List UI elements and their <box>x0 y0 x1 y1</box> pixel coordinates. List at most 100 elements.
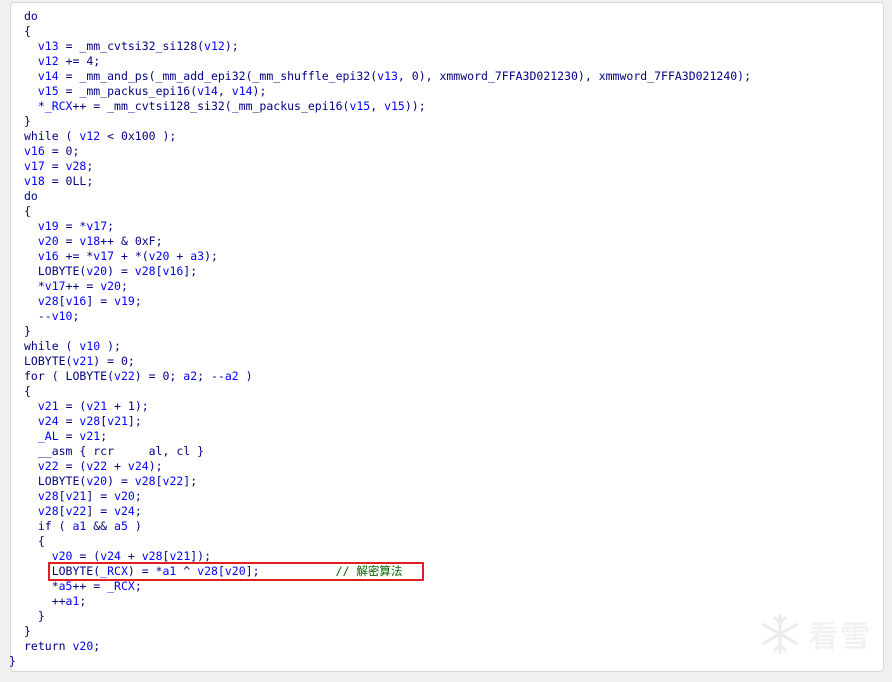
code-token: [ <box>155 474 163 488</box>
code-line[interactable]: } <box>24 624 31 639</box>
code-token: ); <box>204 249 218 263</box>
code-line[interactable]: *a5++ = _RCX; <box>24 579 142 594</box>
code-line[interactable]: LOBYTE(v20) = v28[v16]; <box>24 264 197 279</box>
code-line[interactable]: v28[v16] = v19; <box>24 294 142 309</box>
code-identifier: v22 <box>86 459 108 473</box>
code-token: ++ <box>24 594 66 608</box>
code-line[interactable]: v28[v21] = v20; <box>24 489 142 504</box>
code-token: = ( <box>58 459 87 473</box>
code-line[interactable]: v17 = v28; <box>24 159 93 174</box>
code-token: * <box>24 579 59 593</box>
code-identifier: v20 <box>37 234 59 248</box>
code-identifier: a1 <box>72 519 87 533</box>
code-line[interactable]: v13 = _mm_cvtsi32_si128(v12); <box>24 39 239 54</box>
code-token: ; <box>134 489 142 503</box>
code-identifier: v16 <box>162 264 184 278</box>
code-line[interactable]: { <box>24 384 31 399</box>
code-token: ++ = _mm_cvtsi128_si32(_mm_packus_epi16( <box>72 99 350 113</box>
code-line[interactable]: v18 = 0LL; <box>24 174 93 189</box>
code-token: while ( <box>24 339 80 353</box>
code-line[interactable]: v12 += 4; <box>24 54 100 69</box>
code-line[interactable]: v19 = *v17; <box>24 219 114 234</box>
code-line[interactable]: do <box>24 189 38 204</box>
code-line[interactable]: for ( LOBYTE(v22) = 0; a2; --a2 ) <box>24 369 253 384</box>
code-token: = * <box>58 219 87 233</box>
code-line[interactable]: v24 = v28[v21]; <box>24 414 142 429</box>
code-line[interactable]: *_RCX++ = _mm_cvtsi128_si32(_mm_packus_e… <box>24 99 426 114</box>
code-token: = _mm_and_ps(_mm_add_epi32(_mm_shuffle_e… <box>58 69 378 83</box>
code-identifier: v21 <box>79 429 101 443</box>
code-token: = ( <box>72 549 101 563</box>
code-line[interactable]: v22 = (v22 + v24); <box>24 459 163 474</box>
code-token: ); <box>252 84 267 98</box>
code-token: ); <box>224 39 239 53</box>
code-line[interactable]: v28[v22] = v24; <box>24 504 142 519</box>
code-identifier: a2 <box>183 369 198 383</box>
code-identifier: v16 <box>24 144 45 158</box>
code-token: { <box>24 384 31 398</box>
code-token: [ <box>155 264 163 278</box>
code-line[interactable]: } <box>24 609 45 624</box>
code-line[interactable]: __asm { rcr al, cl } <box>24 444 204 459</box>
code-identifier: v21 <box>169 549 191 563</box>
code-line[interactable]: { <box>24 534 45 549</box>
code-line[interactable]: v20 = v18++ & 0xF; <box>24 234 163 249</box>
code-identifier: v22 <box>114 369 135 383</box>
code-line[interactable]: _AL = v21; <box>24 429 107 444</box>
code-line[interactable]: while ( v12 < 0x100 ); <box>24 129 176 144</box>
code-token: } <box>24 624 31 638</box>
code-token: ] = <box>86 504 115 518</box>
code-identifier: v24 <box>100 549 121 563</box>
code-line[interactable]: if ( a1 && a5 ) <box>24 519 142 534</box>
code-identifier: v22 <box>37 459 59 473</box>
code-line[interactable]: v16 = 0; <box>24 144 79 159</box>
code-identifier: v19 <box>114 294 135 308</box>
code-line[interactable]: ++a1; <box>24 594 87 609</box>
code-line[interactable]: v16 += *v17 + *(v20 + a3); <box>24 249 218 264</box>
code-token: do <box>24 9 38 23</box>
code-identifier: v21 <box>65 489 87 503</box>
highlight-box <box>48 562 424 581</box>
code-token: ) <box>127 519 142 533</box>
code-token: ] = <box>86 489 115 503</box>
code-line[interactable]: return v20; <box>24 639 100 654</box>
code-token: ]; <box>183 264 198 278</box>
code-line[interactable]: do <box>24 9 38 24</box>
code-identifier: v13 <box>377 69 398 83</box>
code-line[interactable]: { <box>24 24 31 39</box>
code-line[interactable]: *v17++ = v20; <box>24 279 128 294</box>
code-token: ++ = <box>72 579 108 593</box>
code-token: + <box>107 459 128 473</box>
code-identifier: v28 <box>37 504 59 518</box>
code-identifier: v24 <box>114 504 135 518</box>
code-identifier: v15 <box>384 99 405 113</box>
code-line[interactable]: LOBYTE(v20) = v28[v22]; <box>24 474 197 489</box>
code-token: [ <box>58 504 66 518</box>
code-line[interactable]: v15 = _mm_packus_epi16(v14, v14); <box>24 84 267 99</box>
code-identifier: v20 <box>51 549 73 563</box>
code-line[interactable]: --v10; <box>24 309 80 324</box>
code-token: += 4; <box>58 54 101 68</box>
code-line[interactable]: } <box>24 114 31 129</box>
code-line[interactable]: } <box>9 654 16 669</box>
code-identifier: v14 <box>37 69 59 83</box>
code-identifier: v14 <box>231 84 253 98</box>
code-token: do <box>24 189 38 203</box>
code-line[interactable]: { <box>24 204 31 219</box>
code-identifier: v28 <box>79 414 101 428</box>
code-line[interactable]: v14 = _mm_and_ps(_mm_add_epi32(_mm_shuff… <box>24 69 751 84</box>
code-token: += * <box>58 249 94 263</box>
code-line[interactable]: while ( v10 ); <box>24 339 121 354</box>
code-token: + 1); <box>107 399 149 413</box>
code-line[interactable]: v21 = (v21 + 1); <box>24 399 149 414</box>
code-line[interactable]: } <box>24 324 31 339</box>
code-identifier: v21 <box>107 414 128 428</box>
code-token: ; <box>79 594 87 608</box>
code-line[interactable]: LOBYTE(v21) = 0; <box>24 354 135 369</box>
code-identifier: v18 <box>24 174 45 188</box>
